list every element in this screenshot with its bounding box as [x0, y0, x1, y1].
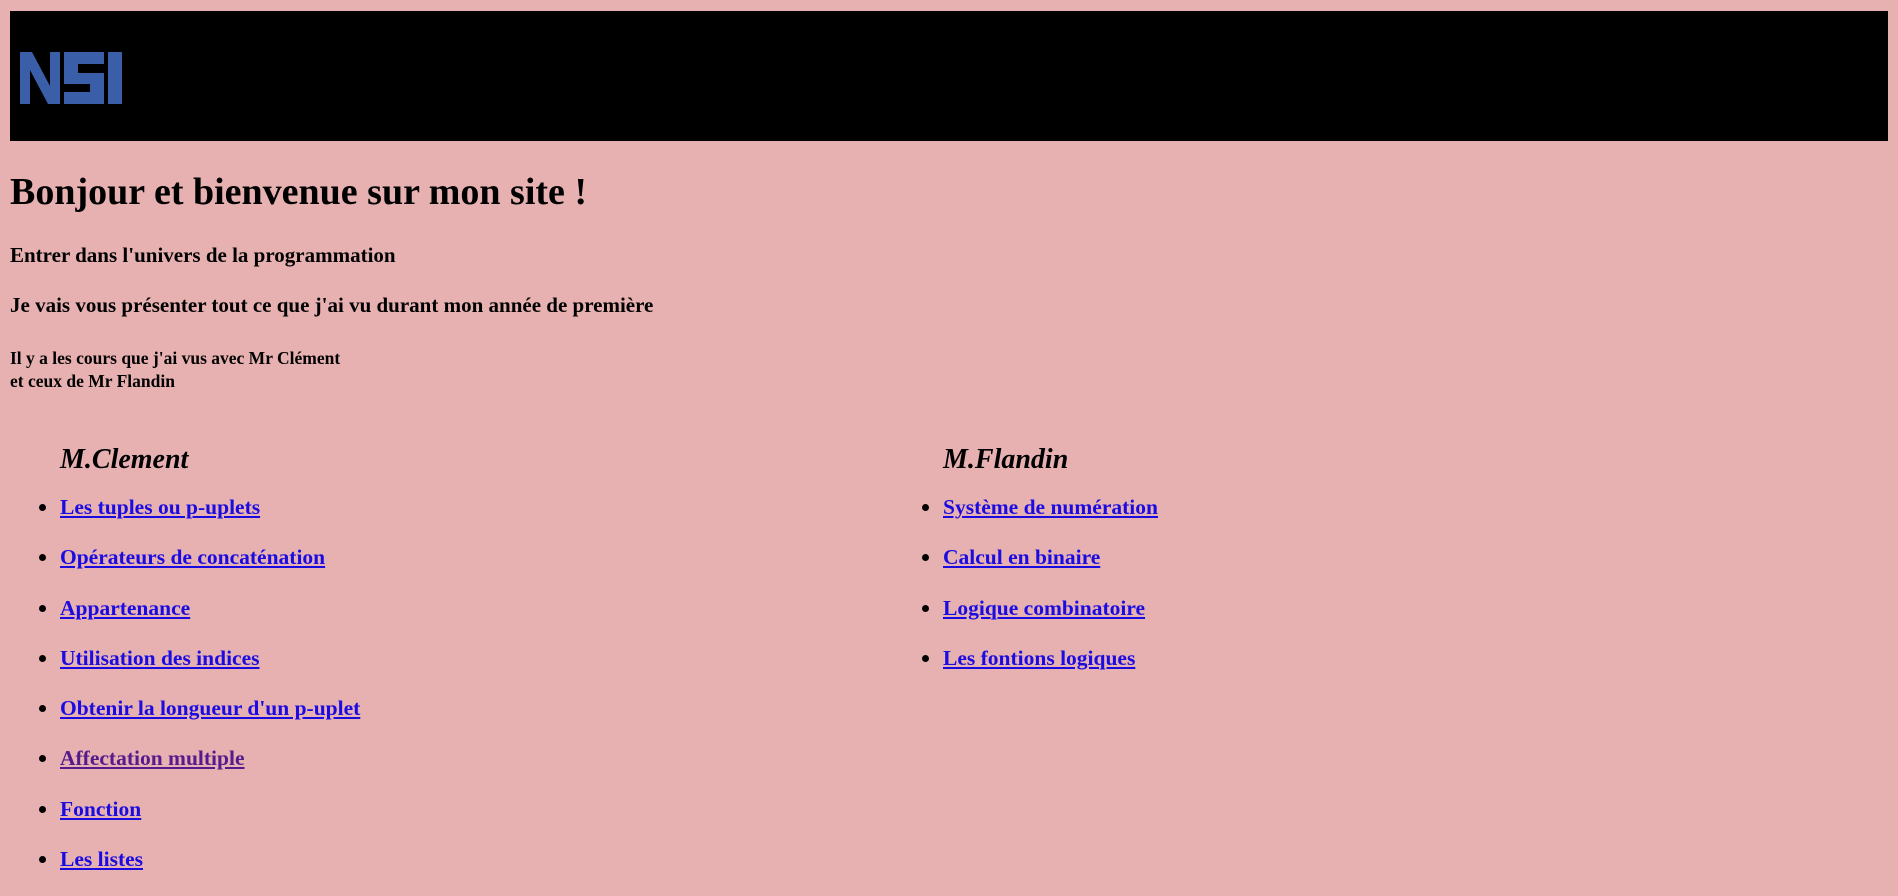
list-item: Système de numération — [922, 494, 1158, 544]
flandin-column: M.Flandin Système de numération Calcul e… — [922, 440, 1158, 695]
list-item: Les fontions logiques — [922, 645, 1158, 695]
page-title: Bonjour et bienvenue sur mon site ! — [10, 171, 588, 213]
list-item: Calcul en binaire — [922, 544, 1158, 594]
list-item: Opérateurs de concaténation — [38, 544, 360, 594]
list-item: Logique combinatoire — [922, 595, 1158, 645]
subtitle-programming: Entrer dans l'univers de la programmatio… — [10, 243, 396, 267]
link-concatenation[interactable]: Opérateurs de concaténation — [60, 545, 325, 569]
clement-column: M.Clement Les tuples ou p-uplets Opérate… — [38, 440, 360, 896]
intro-line-flandin: et ceux de Mr Flandin — [10, 371, 175, 391]
flandin-course-list: Système de numération Calcul en binaire … — [922, 494, 1158, 695]
link-numeration[interactable]: Système de numération — [943, 495, 1158, 519]
link-affectation-multiple[interactable]: Affectation multiple — [60, 746, 245, 770]
link-fonctions-logiques[interactable]: Les fontions logiques — [943, 646, 1135, 670]
site-header — [10, 11, 1888, 141]
nsi-logo — [20, 52, 122, 104]
list-item: Les tuples ou p-uplets — [38, 494, 360, 544]
flandin-heading: M.Flandin — [943, 444, 1069, 475]
list-item: Utilisation des indices — [38, 645, 360, 695]
intro-line-clement: Il y a les cours que j'ai vus avec Mr Cl… — [10, 348, 341, 368]
link-longueur[interactable]: Obtenir la longueur d'un p-uplet — [60, 696, 360, 720]
subtitle-presentation: Je vais vous présenter tout ce que j'ai … — [10, 293, 654, 317]
clement-course-list: Les tuples ou p-uplets Opérateurs de con… — [38, 494, 360, 896]
list-item: Les listes — [38, 846, 360, 896]
link-listes[interactable]: Les listes — [60, 847, 143, 871]
link-fonction[interactable]: Fonction — [60, 797, 141, 821]
link-tuples[interactable]: Les tuples ou p-uplets — [60, 495, 260, 519]
link-calcul-binaire[interactable]: Calcul en binaire — [943, 545, 1100, 569]
link-indices[interactable]: Utilisation des indices — [60, 646, 260, 670]
clement-heading: M.Clement — [60, 444, 189, 475]
list-item: Affectation multiple — [38, 745, 360, 795]
list-item: Appartenance — [38, 595, 360, 645]
link-logique-combinatoire[interactable]: Logique combinatoire — [943, 596, 1145, 620]
list-item: Fonction — [38, 796, 360, 846]
link-appartenance[interactable]: Appartenance — [60, 596, 190, 620]
intro-text: Il y a les cours que j'ai vus avec Mr Cl… — [10, 347, 340, 393]
list-item: Obtenir la longueur d'un p-uplet — [38, 695, 360, 745]
